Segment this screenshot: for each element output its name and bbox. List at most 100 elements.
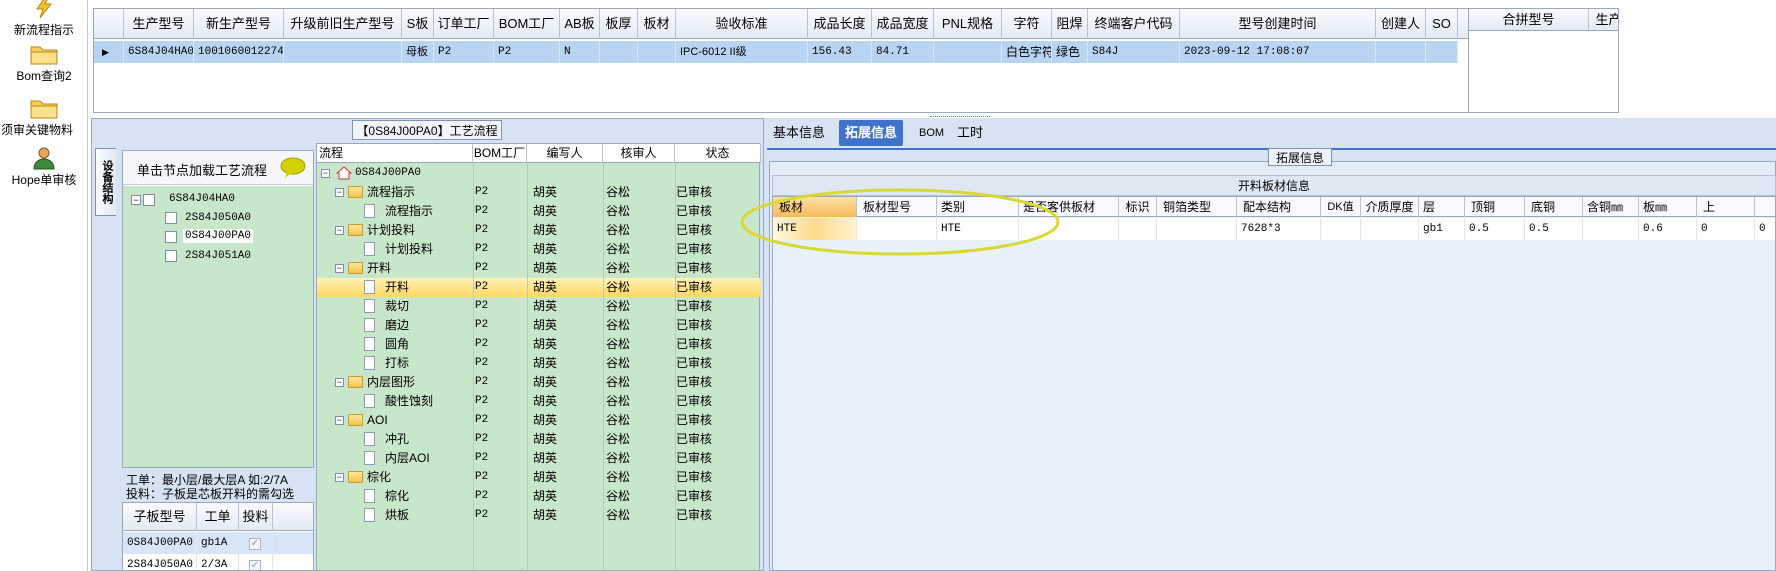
- flow-step-label: 棕化: [367, 470, 392, 484]
- col-header[interactable]: 板厚: [600, 9, 638, 39]
- flow-row[interactable]: 内层AOI P2 胡英 谷松 已审核: [317, 449, 761, 468]
- tree-node-selected[interactable]: 0S84J00PA0: [183, 229, 254, 243]
- col-header[interactable]: S板: [402, 9, 434, 39]
- collapse-icon[interactable]: −: [131, 195, 141, 205]
- col-header[interactable]: 状态: [675, 144, 761, 163]
- flow-row[interactable]: 磨边 P2 胡英 谷松 已审核: [317, 316, 761, 335]
- flow-row[interactable]: 冲孔 P2 胡英 谷松 已审核: [317, 430, 761, 449]
- col-header[interactable]: 板㎜: [1639, 197, 1697, 217]
- tree-node[interactable]: 6S84J04HA0: [169, 193, 235, 205]
- col-header[interactable]: 成品宽度: [872, 9, 934, 39]
- col-header[interactable]: 编写人: [527, 144, 603, 163]
- col-header[interactable]: BOM工厂: [494, 9, 560, 39]
- col-header[interactable]: 验收标准: [676, 9, 808, 39]
- col-header[interactable]: 阻焊: [1052, 9, 1088, 39]
- flow-row[interactable]: 棕化 P2 胡英 谷松 已审核: [317, 487, 761, 506]
- flow-row[interactable]: − 棕化 P2 胡英 谷松 已审核: [317, 468, 761, 487]
- flow-row[interactable]: 圆角 P2 胡英 谷松 已审核: [317, 335, 761, 354]
- launcher-item-key-material[interactable]: 须审关键物料: [0, 96, 88, 138]
- collapse-icon[interactable]: −: [335, 264, 344, 273]
- table-row[interactable]: 2S84J050A0 2/3A ✓: [123, 554, 313, 570]
- feed-checkbox[interactable]: ✓: [249, 538, 261, 550]
- flow-row[interactable]: − 流程指示 P2 胡英 谷松 已审核: [317, 183, 761, 202]
- flow-reviewer-cell: 谷松: [606, 223, 631, 237]
- flow-row[interactable]: 烘板 P2 胡英 谷松 已审核: [317, 506, 761, 525]
- launcher-item-new-flow[interactable]: 新流程指示: [0, 0, 88, 38]
- flow-row[interactable]: 酸性蚀刻 P2 胡英 谷松 已审核: [317, 392, 761, 411]
- flow-row[interactable]: 开料 P2 胡英 谷松 已审核: [317, 278, 761, 297]
- col-header[interactable]: 新生产型号: [194, 9, 284, 39]
- cell: N: [560, 41, 600, 63]
- collapse-icon[interactable]: −: [335, 226, 344, 235]
- col-header[interactable]: PNL规格: [934, 9, 1002, 39]
- tab-basic-info[interactable]: 基本信息: [767, 120, 831, 146]
- col-header[interactable]: 创建人: [1376, 9, 1426, 39]
- tree-node[interactable]: 2S84J050A0: [185, 212, 251, 224]
- col-header[interactable]: 核审人: [603, 144, 675, 163]
- col-header[interactable]: AB板: [560, 9, 600, 39]
- col-header[interactable]: 终端客户代码: [1088, 9, 1180, 39]
- flow-writer-cell: 胡英: [533, 451, 558, 465]
- col-header[interactable]: 子板型号: [123, 503, 197, 531]
- flow-reviewer-cell: 谷松: [606, 337, 631, 351]
- tab-bom[interactable]: BOM: [913, 120, 950, 146]
- flow-row[interactable]: 计划投料 P2 胡英 谷松 已审核: [317, 240, 761, 259]
- col-header[interactable]: 层: [1419, 197, 1465, 217]
- col-header[interactable]: 含铜㎜: [1583, 197, 1639, 217]
- col-header[interactable]: 生产: [1589, 9, 1618, 31]
- col-header[interactable]: [1755, 197, 1775, 217]
- collapse-icon[interactable]: −: [335, 473, 344, 482]
- table-row[interactable]: 0S84J00PA0 gb1A ✓: [123, 532, 313, 554]
- flow-factory-cell: P2: [475, 452, 489, 464]
- collapse-icon[interactable]: −: [335, 378, 344, 387]
- launcher-item-bom-query[interactable]: Bom查询2: [0, 42, 88, 84]
- table-row[interactable]: ▶ 6S84J04HA0 10010600122742 母板 P2 P2 N I…: [94, 41, 1458, 63]
- col-header[interactable]: 上: [1697, 197, 1755, 217]
- flow-row[interactable]: − 开料 P2 胡英 谷松 已审核: [317, 259, 761, 278]
- col-header[interactable]: 配本结构: [1237, 197, 1321, 217]
- tab-device-structure[interactable]: 设备结构: [95, 148, 116, 216]
- feed-checkbox[interactable]: ✓: [249, 560, 261, 570]
- col-header[interactable]: 字符: [1002, 9, 1052, 39]
- col-header[interactable]: 成品长度: [808, 9, 872, 39]
- col-header[interactable]: 底铜: [1525, 197, 1583, 217]
- flow-step-label: 打标: [385, 356, 410, 370]
- flow-step-label: 内层图形: [367, 375, 416, 389]
- col-header[interactable]: 顶铜: [1465, 197, 1525, 217]
- col-header[interactable]: 合拼型号: [1469, 9, 1589, 31]
- col-header[interactable]: 生产型号: [124, 9, 194, 39]
- collapse-icon[interactable]: −: [335, 188, 344, 197]
- flow-root-row[interactable]: − 0S84J00PA0: [317, 164, 761, 183]
- sub-board-grid: 子板型号 工单 投料 0S84J00PA0 gb1A ✓ 2S84J050A0 …: [122, 502, 314, 571]
- col-header[interactable]: BOM工厂: [473, 144, 527, 163]
- document-icon: [364, 242, 375, 256]
- note-line: 投料：子板是芯板开料的需勾选: [126, 487, 295, 501]
- flow-row[interactable]: 裁切 P2 胡英 谷松 已审核: [317, 297, 761, 316]
- col-header[interactable]: 铜箔类型: [1157, 197, 1237, 217]
- col-header[interactable]: 标识: [1119, 197, 1157, 217]
- launcher-item-hope-review[interactable]: Hope单审核: [0, 146, 88, 188]
- flow-row[interactable]: 流程指示 P2 胡英 谷松 已审核: [317, 202, 761, 221]
- flow-row[interactable]: − AOI P2 胡英 谷松 已审核: [317, 411, 761, 430]
- col-header[interactable]: 流程: [317, 144, 473, 163]
- col-header[interactable]: 型号创建时间: [1180, 9, 1376, 39]
- tab-work-hours[interactable]: 工时: [951, 120, 989, 146]
- tree-node[interactable]: 2S84J051A0: [185, 250, 251, 262]
- col-header[interactable]: SO: [1426, 9, 1458, 39]
- flow-row[interactable]: 打标 P2 胡英 谷松 已审核: [317, 354, 761, 373]
- collapse-icon[interactable]: −: [335, 416, 344, 425]
- col-header[interactable]: DK值: [1321, 197, 1361, 217]
- collapse-icon[interactable]: −: [321, 169, 330, 178]
- col-header[interactable]: 介质厚度: [1361, 197, 1419, 217]
- col-header[interactable]: 升级前旧生产型号: [284, 9, 402, 39]
- col-header[interactable]: 投料: [239, 503, 273, 531]
- flow-row[interactable]: − 内层图形 P2 胡英 谷松 已审核: [317, 373, 761, 392]
- flow-status-cell: 已审核: [676, 337, 713, 351]
- col-header[interactable]: 板材: [638, 9, 676, 39]
- tab-extended-info[interactable]: 拓展信息: [839, 120, 904, 146]
- flow-row[interactable]: − 计划投料 P2 胡英 谷松 已审核: [317, 221, 761, 240]
- model-grid-header: 生产型号 新生产型号 升级前旧生产型号 S板 订单工厂 BOM工厂 AB板 板厚…: [94, 9, 1618, 39]
- col-header[interactable]: 订单工厂: [434, 9, 494, 39]
- document-icon: [364, 432, 375, 446]
- col-header[interactable]: 工单: [197, 503, 239, 531]
